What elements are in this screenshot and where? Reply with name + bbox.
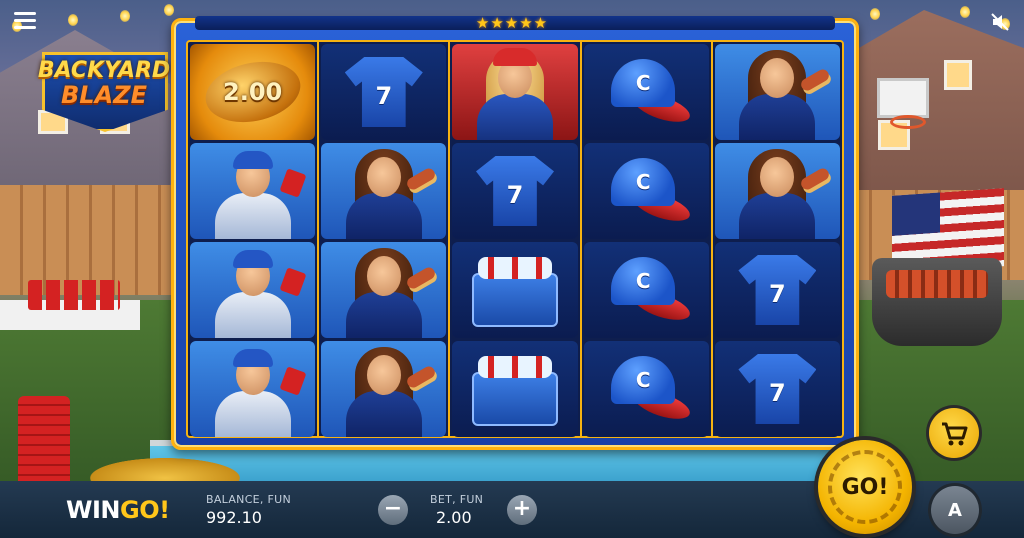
symbol-fan-man xyxy=(190,341,316,437)
symbol-cap: C xyxy=(583,44,709,140)
fan-man-icon xyxy=(190,143,315,239)
fan-girl-icon xyxy=(321,143,446,239)
cap-icon: C xyxy=(603,59,694,128)
jersey-icon: 7 xyxy=(738,354,817,424)
game-logo: BACKYARD BLAZE xyxy=(34,48,174,136)
symbol-fan-girl xyxy=(714,44,841,140)
symbol-fan-man xyxy=(190,143,316,239)
cooler-icon xyxy=(472,253,558,327)
decrease-bet-button[interactable]: − xyxy=(378,495,408,525)
brand-suffix: GO! xyxy=(120,496,170,524)
jersey-icon: 7 xyxy=(344,57,423,127)
red-cups xyxy=(28,280,120,310)
fence-left xyxy=(0,185,175,295)
fan-girl-icon xyxy=(715,44,840,140)
bet-label: BET, FUN xyxy=(430,493,484,506)
cart-icon xyxy=(942,422,968,446)
symbol-cap: C xyxy=(583,242,709,338)
symbol-fan-girl xyxy=(714,143,841,239)
cap-icon: C xyxy=(603,257,694,326)
fan-girl-icon xyxy=(321,341,446,437)
jersey-number: 7 xyxy=(769,379,786,407)
jersey-number: 7 xyxy=(375,82,393,110)
spin-button[interactable]: GO! xyxy=(818,440,912,534)
fan-girl-icon xyxy=(321,242,446,338)
balance-value: 992.10 xyxy=(206,508,262,527)
symbol-fan-girl xyxy=(321,242,447,338)
cap-letter: C xyxy=(635,269,651,293)
symbol-cooler xyxy=(452,242,578,338)
autoplay-button[interactable]: A xyxy=(931,486,979,534)
fan-girl-icon xyxy=(715,143,840,239)
symbol-football-multiplier: 2.00 xyxy=(190,44,316,140)
symbol-cooler xyxy=(452,341,578,437)
blonde-fan-icon xyxy=(452,44,577,140)
brand-prefix: WIN xyxy=(66,496,121,524)
reel-grid: 2.00 7 7 C C C C 7 7 xyxy=(186,40,844,438)
symbol-jersey: 7 xyxy=(452,143,578,239)
balance-label: BALANCE, FUN xyxy=(206,493,292,506)
logo-title-line1: BACKYARD xyxy=(37,58,171,83)
symbol-cap: C xyxy=(583,341,709,437)
symbol-blonde-fan xyxy=(452,44,578,140)
increase-bet-button[interactable]: + xyxy=(507,495,537,525)
cap-icon: C xyxy=(603,158,694,227)
bet-value: 2.00 xyxy=(436,508,472,527)
jersey-icon: 7 xyxy=(738,255,817,325)
cap-letter: C xyxy=(635,170,651,194)
symbol-jersey: 7 xyxy=(714,341,841,437)
multiplier-value: 2.00 xyxy=(222,78,283,106)
buy-feature-button[interactable] xyxy=(929,408,979,458)
symbol-fan-man xyxy=(190,242,316,338)
symbol-fan-girl xyxy=(321,143,447,239)
reel-5: 77 xyxy=(713,42,842,437)
fan-man-icon xyxy=(190,242,315,338)
cup-stack xyxy=(18,396,70,492)
cooler-icon xyxy=(472,352,558,426)
bbq-grill xyxy=(872,258,1002,346)
reel-1: 2.00 xyxy=(188,42,320,437)
rating-stars: ★★★★★ xyxy=(475,14,549,32)
cap-letter: C xyxy=(635,71,651,95)
reel-3: 7 xyxy=(450,42,582,437)
sound-off-icon[interactable] xyxy=(990,12,1010,32)
autoplay-label: A xyxy=(948,499,962,521)
logo-title-line2: BLAZE xyxy=(61,81,147,109)
reel-4: C C C C xyxy=(582,42,713,437)
jersey-number: 7 xyxy=(769,280,786,308)
menu-icon[interactable] xyxy=(14,12,36,30)
symbol-fan-girl xyxy=(321,341,447,437)
fan-man-icon xyxy=(190,341,315,437)
basketball-hoop xyxy=(877,78,929,129)
cap-letter: C xyxy=(635,368,651,392)
jersey-icon: 7 xyxy=(476,156,554,226)
symbol-jersey: 7 xyxy=(714,242,841,338)
football-icon: 2.00 xyxy=(199,53,306,131)
jersey-number: 7 xyxy=(506,181,524,209)
reel-2: 7 xyxy=(319,42,451,437)
cap-icon: C xyxy=(603,356,694,425)
symbol-jersey: 7 xyxy=(321,44,447,140)
brand-logo: WINGO! xyxy=(66,496,170,524)
symbol-cap: C xyxy=(583,143,709,239)
spin-label: GO! xyxy=(841,474,889,500)
